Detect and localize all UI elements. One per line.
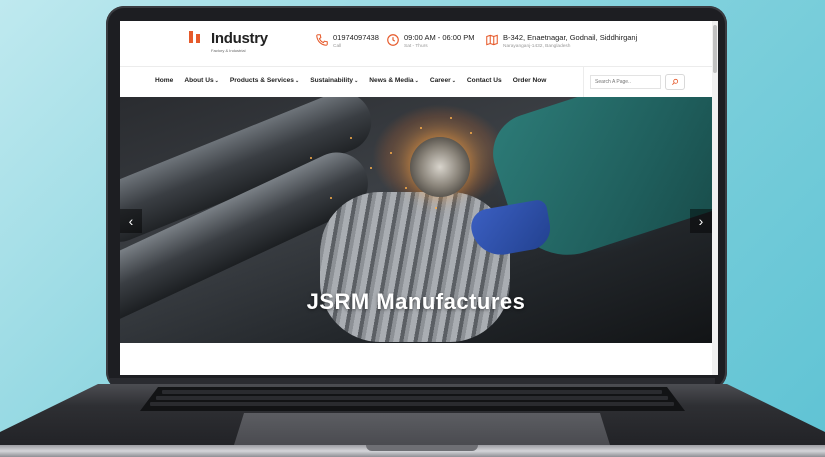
map-icon [486,34,498,46]
slider-prev-button[interactable]: ‹ [120,209,142,233]
clock-icon [387,34,399,46]
trackpad [234,413,610,445]
hero-title: JSRM Manufactures [306,289,526,314]
nav-home[interactable]: Home [155,77,173,84]
nav-products-services[interactable]: Products & Services⌄ [230,77,299,84]
brand-name: Industry [211,30,268,47]
search-button[interactable] [665,74,685,90]
grinder-disc [410,137,470,197]
nav-order-now[interactable]: Order Now [513,77,547,84]
slider-next-button[interactable]: › [690,209,712,233]
nav-about-us[interactable]: About Us⌄ [184,77,219,84]
chevron-right-icon: › [698,213,704,229]
chevron-down-icon: ⌄ [214,78,219,84]
main-nav: Home About Us⌄ Products & Services⌄ Sust… [120,67,712,97]
top-header: Industry Factory & Industrial 0197409743… [120,21,712,66]
nav-sustainability[interactable]: Sustainability⌄ [310,77,358,84]
laptop-notch [366,445,478,451]
search-input[interactable] [590,75,661,89]
contact-phone[interactable]: 01974097438 Call [315,33,379,49]
contact-hours: 09:00 AM - 06:00 PM Sat - Thurs [386,33,474,49]
contact-address: B-342, Enaetnagar, Godnail, Siddhirganj … [485,33,637,49]
chevron-down-icon: ⌄ [414,78,419,84]
page-scrollbar[interactable] [712,21,718,375]
chevron-down-icon: ⌄ [294,78,300,84]
chevron-down-icon: ⌄ [354,78,359,84]
chevron-left-icon: ‹ [128,213,134,229]
browser-viewport: Industry Factory & Industrial 0197409743… [120,21,718,375]
nav-contact-us[interactable]: Contact Us [467,77,502,84]
keyboard [140,387,685,411]
scroll-thumb[interactable] [713,25,717,73]
factory-icon [186,31,208,55]
nav-career[interactable]: Career⌄ [430,77,456,84]
hero-slider: JSRM Manufactures ‹ › [120,97,712,343]
nav-news-media[interactable]: News & Media⌄ [369,77,419,84]
brand-tagline: Factory & Industrial [211,48,246,53]
search-area [583,67,712,97]
site-logo[interactable]: Industry Factory & Industrial [186,31,268,55]
search-icon [672,78,679,85]
chevron-down-icon: ⌄ [451,78,456,84]
phone-icon [316,34,328,46]
